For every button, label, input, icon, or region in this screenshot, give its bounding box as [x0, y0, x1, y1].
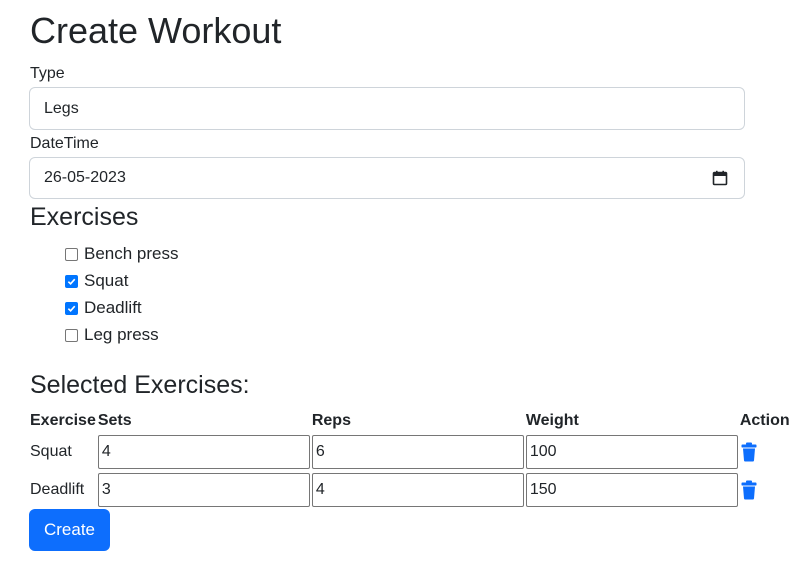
column-header-action: Action — [739, 412, 790, 429]
exercise-name-cell: Squat — [30, 443, 72, 460]
weight-input[interactable] — [525, 473, 738, 507]
sets-input[interactable] — [97, 435, 310, 469]
squat-label: Squat — [84, 271, 129, 290]
table-row: Deadlift — [29, 471, 791, 509]
squat-checkbox[interactable] — [65, 274, 78, 288]
calendar-icon[interactable] — [712, 170, 728, 186]
table-row: Squat — [29, 433, 791, 471]
column-header-exercise: Exercise — [30, 412, 96, 429]
create-workout-page: Create Workout Type DateTime 26-05-2023 … — [0, 0, 812, 567]
bench-press-checkbox[interactable] — [65, 247, 78, 261]
column-header-sets: Sets — [97, 412, 132, 429]
leg-press-checkbox[interactable] — [65, 328, 78, 342]
exercises-heading: Exercises — [30, 203, 139, 231]
trash-icon[interactable] — [740, 442, 758, 462]
exercise-option-deadlift[interactable]: Deadlift — [65, 296, 142, 320]
datetime-label: DateTime — [30, 135, 99, 152]
type-input[interactable] — [29, 87, 745, 130]
reps-input[interactable] — [311, 435, 524, 469]
deadlift-label: Deadlift — [84, 298, 142, 317]
selected-exercises-heading: Selected Exercises: — [30, 371, 250, 399]
create-button[interactable]: Create — [29, 509, 110, 551]
weight-input[interactable] — [525, 435, 738, 469]
datetime-value: 26-05-2023 — [44, 169, 126, 186]
bench-press-label: Bench press — [84, 244, 179, 263]
leg-press-label: Leg press — [84, 325, 159, 344]
reps-input[interactable] — [311, 473, 524, 507]
sets-input[interactable] — [97, 473, 310, 507]
trash-icon[interactable] — [740, 480, 758, 500]
selected-exercises-table: Exercise Sets Reps Weight Action Squat 4… — [29, 409, 791, 509]
datetime-input[interactable]: 26-05-2023 — [29, 157, 745, 199]
table-header-row: Exercise Sets Reps Weight Action — [29, 409, 791, 433]
exercise-option-squat[interactable]: Squat — [65, 269, 128, 293]
exercise-option-bench-press[interactable]: Bench press — [65, 242, 179, 266]
exercise-option-leg-press[interactable]: Leg press — [65, 323, 159, 347]
column-header-reps: Reps — [311, 412, 351, 429]
deadlift-checkbox[interactable] — [65, 301, 78, 315]
type-label: Type — [30, 65, 65, 82]
page-title: Create Workout — [30, 10, 282, 51]
exercise-name-cell: Deadlift — [30, 481, 85, 498]
column-header-weight: Weight — [525, 412, 579, 429]
